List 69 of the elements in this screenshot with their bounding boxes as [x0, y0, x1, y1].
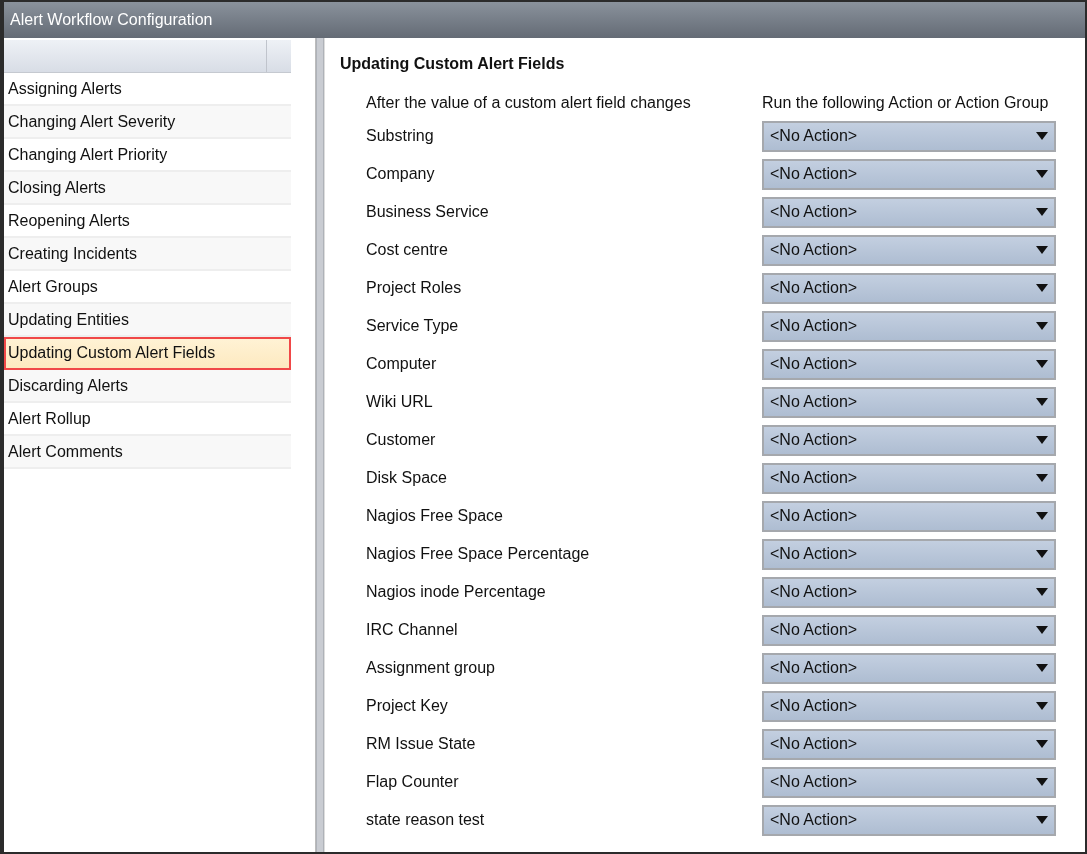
action-dropdown[interactable]: <No Action>	[762, 424, 1056, 456]
dropdown-caret-icon	[1036, 284, 1048, 292]
sidebar-item[interactable]: Creating Incidents	[4, 238, 291, 271]
action-dropdown[interactable]: <No Action>	[762, 576, 1056, 608]
field-label: Business Service	[366, 202, 490, 222]
column-header: Run the following Action or Action Group	[762, 93, 1049, 113]
sidebar-item[interactable]: Discarding Alerts	[4, 370, 291, 403]
dropdown-caret-icon	[1036, 664, 1048, 672]
sidebar-item[interactable]: Closing Alerts	[4, 172, 291, 205]
dropdown-caret-icon	[1036, 512, 1048, 520]
sidebar-item[interactable]: Updating Custom Alert Fields	[4, 337, 291, 370]
sidebar-item[interactable]: Updating Entities	[4, 304, 291, 337]
splitter-bar[interactable]	[316, 38, 324, 852]
action-dropdown[interactable]: <No Action>	[762, 158, 1056, 190]
window-title: Alert Workflow Configuration	[10, 10, 213, 30]
dropdown-caret-icon	[1036, 322, 1048, 330]
field-label: Nagios Free Space	[366, 506, 504, 526]
dropdown-caret-icon	[1036, 208, 1048, 216]
field-label: Disk Space	[366, 468, 448, 488]
action-dropdown[interactable]: <No Action>	[762, 500, 1056, 532]
dropdown-caret-icon	[1036, 740, 1048, 748]
field-label: Service Type	[366, 316, 460, 336]
field-label: Flap Counter	[366, 772, 460, 792]
field-label: Nagios inode Percentage	[366, 582, 547, 602]
field-label: Project Roles	[366, 278, 463, 298]
field-label: state reason test	[366, 810, 486, 830]
sidebar-item[interactable]: Alert Comments	[4, 436, 291, 469]
dropdown-caret-icon	[1036, 170, 1048, 178]
dropdown-caret-icon	[1036, 702, 1048, 710]
field-label: Substring	[366, 126, 435, 146]
action-dropdown[interactable]: <No Action>	[762, 728, 1056, 760]
action-dropdown[interactable]: <No Action>	[762, 310, 1056, 342]
field-label: Customer	[366, 430, 437, 450]
action-dropdown[interactable]: <No Action>	[762, 462, 1056, 494]
dropdown-caret-icon	[1036, 626, 1048, 634]
action-dropdown[interactable]: <No Action>	[762, 614, 1056, 646]
field-label: Computer	[366, 354, 438, 374]
dropdown-caret-icon	[1036, 778, 1048, 786]
action-dropdown[interactable]: <No Action>	[762, 766, 1056, 798]
dropdown-caret-icon	[1036, 398, 1048, 406]
dropdown-caret-icon	[1036, 816, 1048, 824]
field-label: Assignment group	[366, 658, 496, 678]
action-dropdown[interactable]: <No Action>	[762, 120, 1056, 152]
dropdown-caret-icon	[1036, 132, 1048, 140]
dropdown-caret-icon	[1036, 550, 1048, 558]
dropdown-caret-icon	[1036, 246, 1048, 254]
action-dropdown[interactable]: <No Action>	[762, 196, 1056, 228]
field-label: Company	[366, 164, 436, 184]
dropdown-caret-icon	[1036, 360, 1048, 368]
action-dropdown[interactable]: <No Action>	[762, 234, 1056, 266]
dropdown-caret-icon	[1036, 474, 1048, 482]
field-label: Project Key	[366, 696, 449, 716]
dropdown-caret-icon	[1036, 588, 1048, 596]
action-dropdown[interactable]: <No Action>	[762, 690, 1056, 722]
action-dropdown[interactable]: <No Action>	[762, 652, 1056, 684]
field-label: Cost centre	[366, 240, 449, 260]
field-label: Nagios Free Space Percentage	[366, 544, 591, 564]
dropdown-caret-icon	[1036, 436, 1048, 444]
field-label: RM Issue State	[366, 734, 477, 754]
action-dropdown[interactable]: <No Action>	[762, 538, 1056, 570]
action-dropdown[interactable]: <No Action>	[762, 804, 1056, 836]
column-header: After the value of a custom alert field changes	[366, 93, 692, 113]
sidebar-item[interactable]: Changing Alert Severity	[4, 106, 291, 139]
action-dropdown[interactable]: <No Action>	[762, 348, 1056, 380]
action-dropdown[interactable]: <No Action>	[762, 386, 1056, 418]
section-heading: Updating Custom Alert Fields	[340, 54, 566, 74]
field-label: Wiki URL	[366, 392, 434, 412]
action-dropdown[interactable]: <No Action>	[762, 272, 1056, 304]
field-label: IRC Channel	[366, 620, 459, 640]
